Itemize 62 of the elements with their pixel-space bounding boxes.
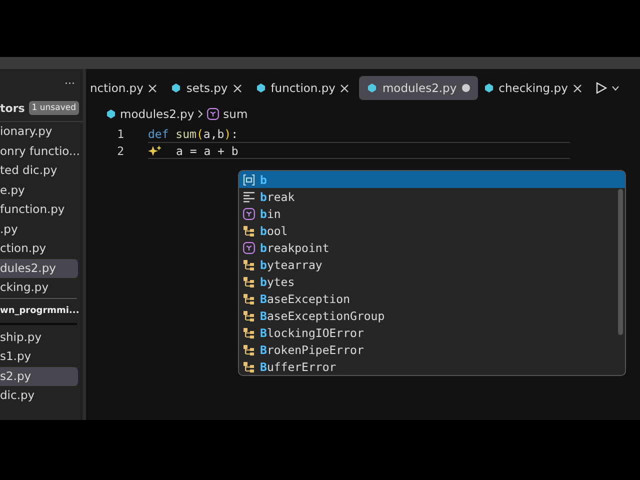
suggestion-item[interactable]: b reak [239,188,625,205]
sparkle-icon[interactable] [148,144,162,156]
suggestion-item[interactable]: BaseException [239,290,625,307]
section-title: tors [0,102,25,114]
file-item[interactable]: s1.py [0,347,78,366]
close-icon[interactable] [572,84,582,92]
suggestion-item[interactable]: bytes [239,273,625,290]
line-number: 2 [116,144,125,158]
editor-tab[interactable]: sets.py [167,76,250,100]
method-icon [243,208,255,220]
class-icon [243,292,255,304]
close-icon[interactable] [232,84,242,92]
file-item[interactable]: s2.py [0,366,78,386]
run-icon[interactable] [596,82,607,94]
breadcrumb-symbol[interactable]: sum [223,107,248,121]
open-editor-item[interactable]: ction.py [0,239,78,258]
class-icon [243,276,255,288]
chevron-icon [198,110,204,118]
editor-tab[interactable]: function.py [252,76,358,100]
caret-icon[interactable] [612,86,619,90]
folder-header[interactable]: wn_progrmmi... [0,298,77,324]
editor-tab[interactable]: nction.py [86,76,166,100]
open-editor-item[interactable]: ionary.py [0,122,78,142]
open-editor-item[interactable]: onry functio... [0,142,78,161]
unsaved-badge: 1 unsaved [28,101,79,115]
suggestion-item[interactable]: b reakpoint [239,239,625,256]
editor-tab[interactable]: modules2.py [359,76,478,100]
open-editor-item[interactable]: dules2.py [0,258,78,278]
suggestion-item[interactable]: bytearray [239,256,625,273]
class-icon [243,310,255,322]
open-editor-item[interactable]: .py [0,220,78,239]
keyword-icon [243,190,255,202]
method-icon [207,108,220,120]
close-icon[interactable] [148,84,158,92]
method-icon [243,242,255,254]
suggestion-item[interactable]: bin [239,205,625,222]
suggestion-item[interactable]: BufferError [239,358,625,375]
code-line: a = a + b [176,144,238,158]
breadcrumb-file[interactable]: modules2.py [120,107,194,121]
file-item[interactable]: ship.py [0,328,78,347]
class-icon [243,360,255,372]
suggestion-item[interactable]: B rokenPipeError [239,341,625,358]
class-icon [243,258,255,270]
variable-icon [243,174,255,186]
suggestion-item[interactable]: BlockingIOError [239,324,625,341]
suggestion-item[interactable]: BaseExceptionGroup [239,307,625,324]
class-icon [243,344,255,356]
class-icon [243,224,255,236]
suggestion-item[interactable]: bool [239,222,625,239]
open-editor-item[interactable]: e.py [0,180,78,200]
file-item[interactable]: dic.py [0,386,78,406]
open-editor-item[interactable]: cking.py [0,278,78,298]
more-actions-button[interactable]: ··· [64,77,75,95]
editor-tab[interactable]: checking.py [480,76,590,100]
class-icon [243,326,255,338]
close-icon[interactable] [340,84,350,92]
code-line: def sum(a,b): [148,126,238,140]
open-editor-item[interactable]: ted dic.py [0,161,78,180]
open-editor-item[interactable]: function.py [0,200,78,220]
python-file-icon [106,109,116,119]
unsaved-dot-icon[interactable] [462,84,470,92]
line-number: 1 [116,126,125,140]
